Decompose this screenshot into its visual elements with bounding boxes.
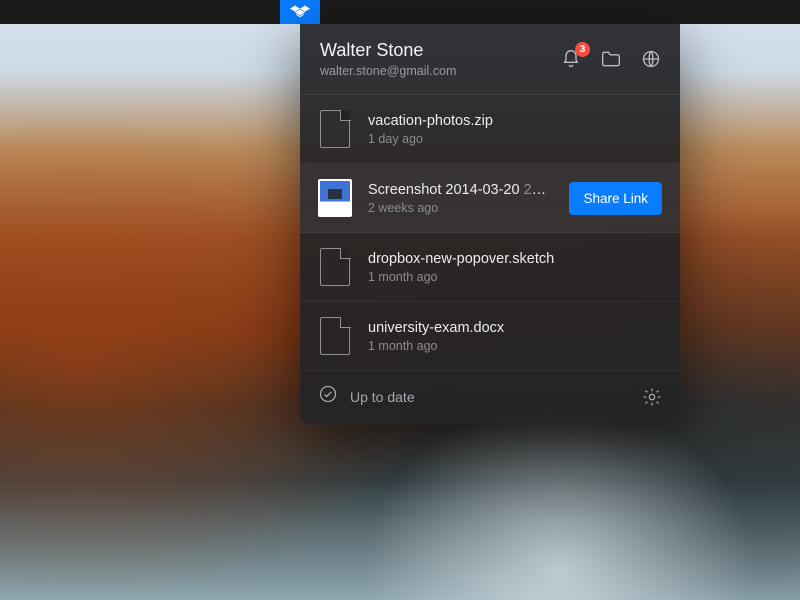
file-timestamp: 1 month ago bbox=[368, 339, 662, 353]
file-icon bbox=[318, 315, 352, 357]
recent-files-list: vacation-photos.zip 1 day ago Screenshot… bbox=[300, 95, 680, 371]
file-name: university-exam.docx bbox=[368, 320, 662, 336]
dropbox-menubar-icon[interactable] bbox=[280, 0, 320, 24]
settings-button[interactable] bbox=[642, 387, 662, 407]
file-icon bbox=[318, 108, 352, 150]
dropbox-popover: Walter Stone walter.stone@gmail.com 3 bbox=[300, 24, 680, 424]
account-email: walter.stone@gmail.com bbox=[320, 64, 560, 78]
macos-menubar bbox=[0, 0, 800, 24]
file-timestamp: 2 weeks ago bbox=[368, 201, 553, 215]
file-name: dropbox-new-popover.sketch bbox=[368, 251, 662, 267]
popover-footer: Up to date bbox=[300, 371, 680, 424]
file-icon bbox=[318, 246, 352, 288]
notification-badge: 3 bbox=[575, 42, 590, 57]
file-timestamp: 1 month ago bbox=[368, 270, 662, 284]
check-icon bbox=[318, 384, 338, 409]
file-row[interactable]: vacation-photos.zip 1 day ago bbox=[300, 95, 680, 164]
account-info: Walter Stone walter.stone@gmail.com bbox=[320, 40, 560, 78]
sync-status-text: Up to date bbox=[350, 389, 415, 405]
file-row[interactable]: dropbox-new-popover.sketch 1 month ago bbox=[300, 233, 680, 302]
file-row[interactable]: Screenshot 2014-03-20 21.2… 2 weeks ago … bbox=[300, 164, 680, 233]
file-name: Screenshot 2014-03-20 21.2… bbox=[368, 182, 553, 198]
account-name: Walter Stone bbox=[320, 40, 560, 61]
notifications-button[interactable]: 3 bbox=[560, 48, 582, 70]
file-timestamp: 1 day ago bbox=[368, 132, 662, 146]
file-name: vacation-photos.zip bbox=[368, 113, 662, 129]
file-row[interactable]: university-exam.docx 1 month ago bbox=[300, 302, 680, 371]
popover-header: Walter Stone walter.stone@gmail.com 3 bbox=[300, 24, 680, 95]
open-website-button[interactable] bbox=[640, 48, 662, 70]
open-folder-button[interactable] bbox=[600, 48, 622, 70]
file-thumbnail bbox=[318, 177, 352, 219]
share-link-button[interactable]: Share Link bbox=[569, 182, 662, 215]
desktop-wallpaper: Walter Stone walter.stone@gmail.com 3 bbox=[0, 0, 800, 600]
